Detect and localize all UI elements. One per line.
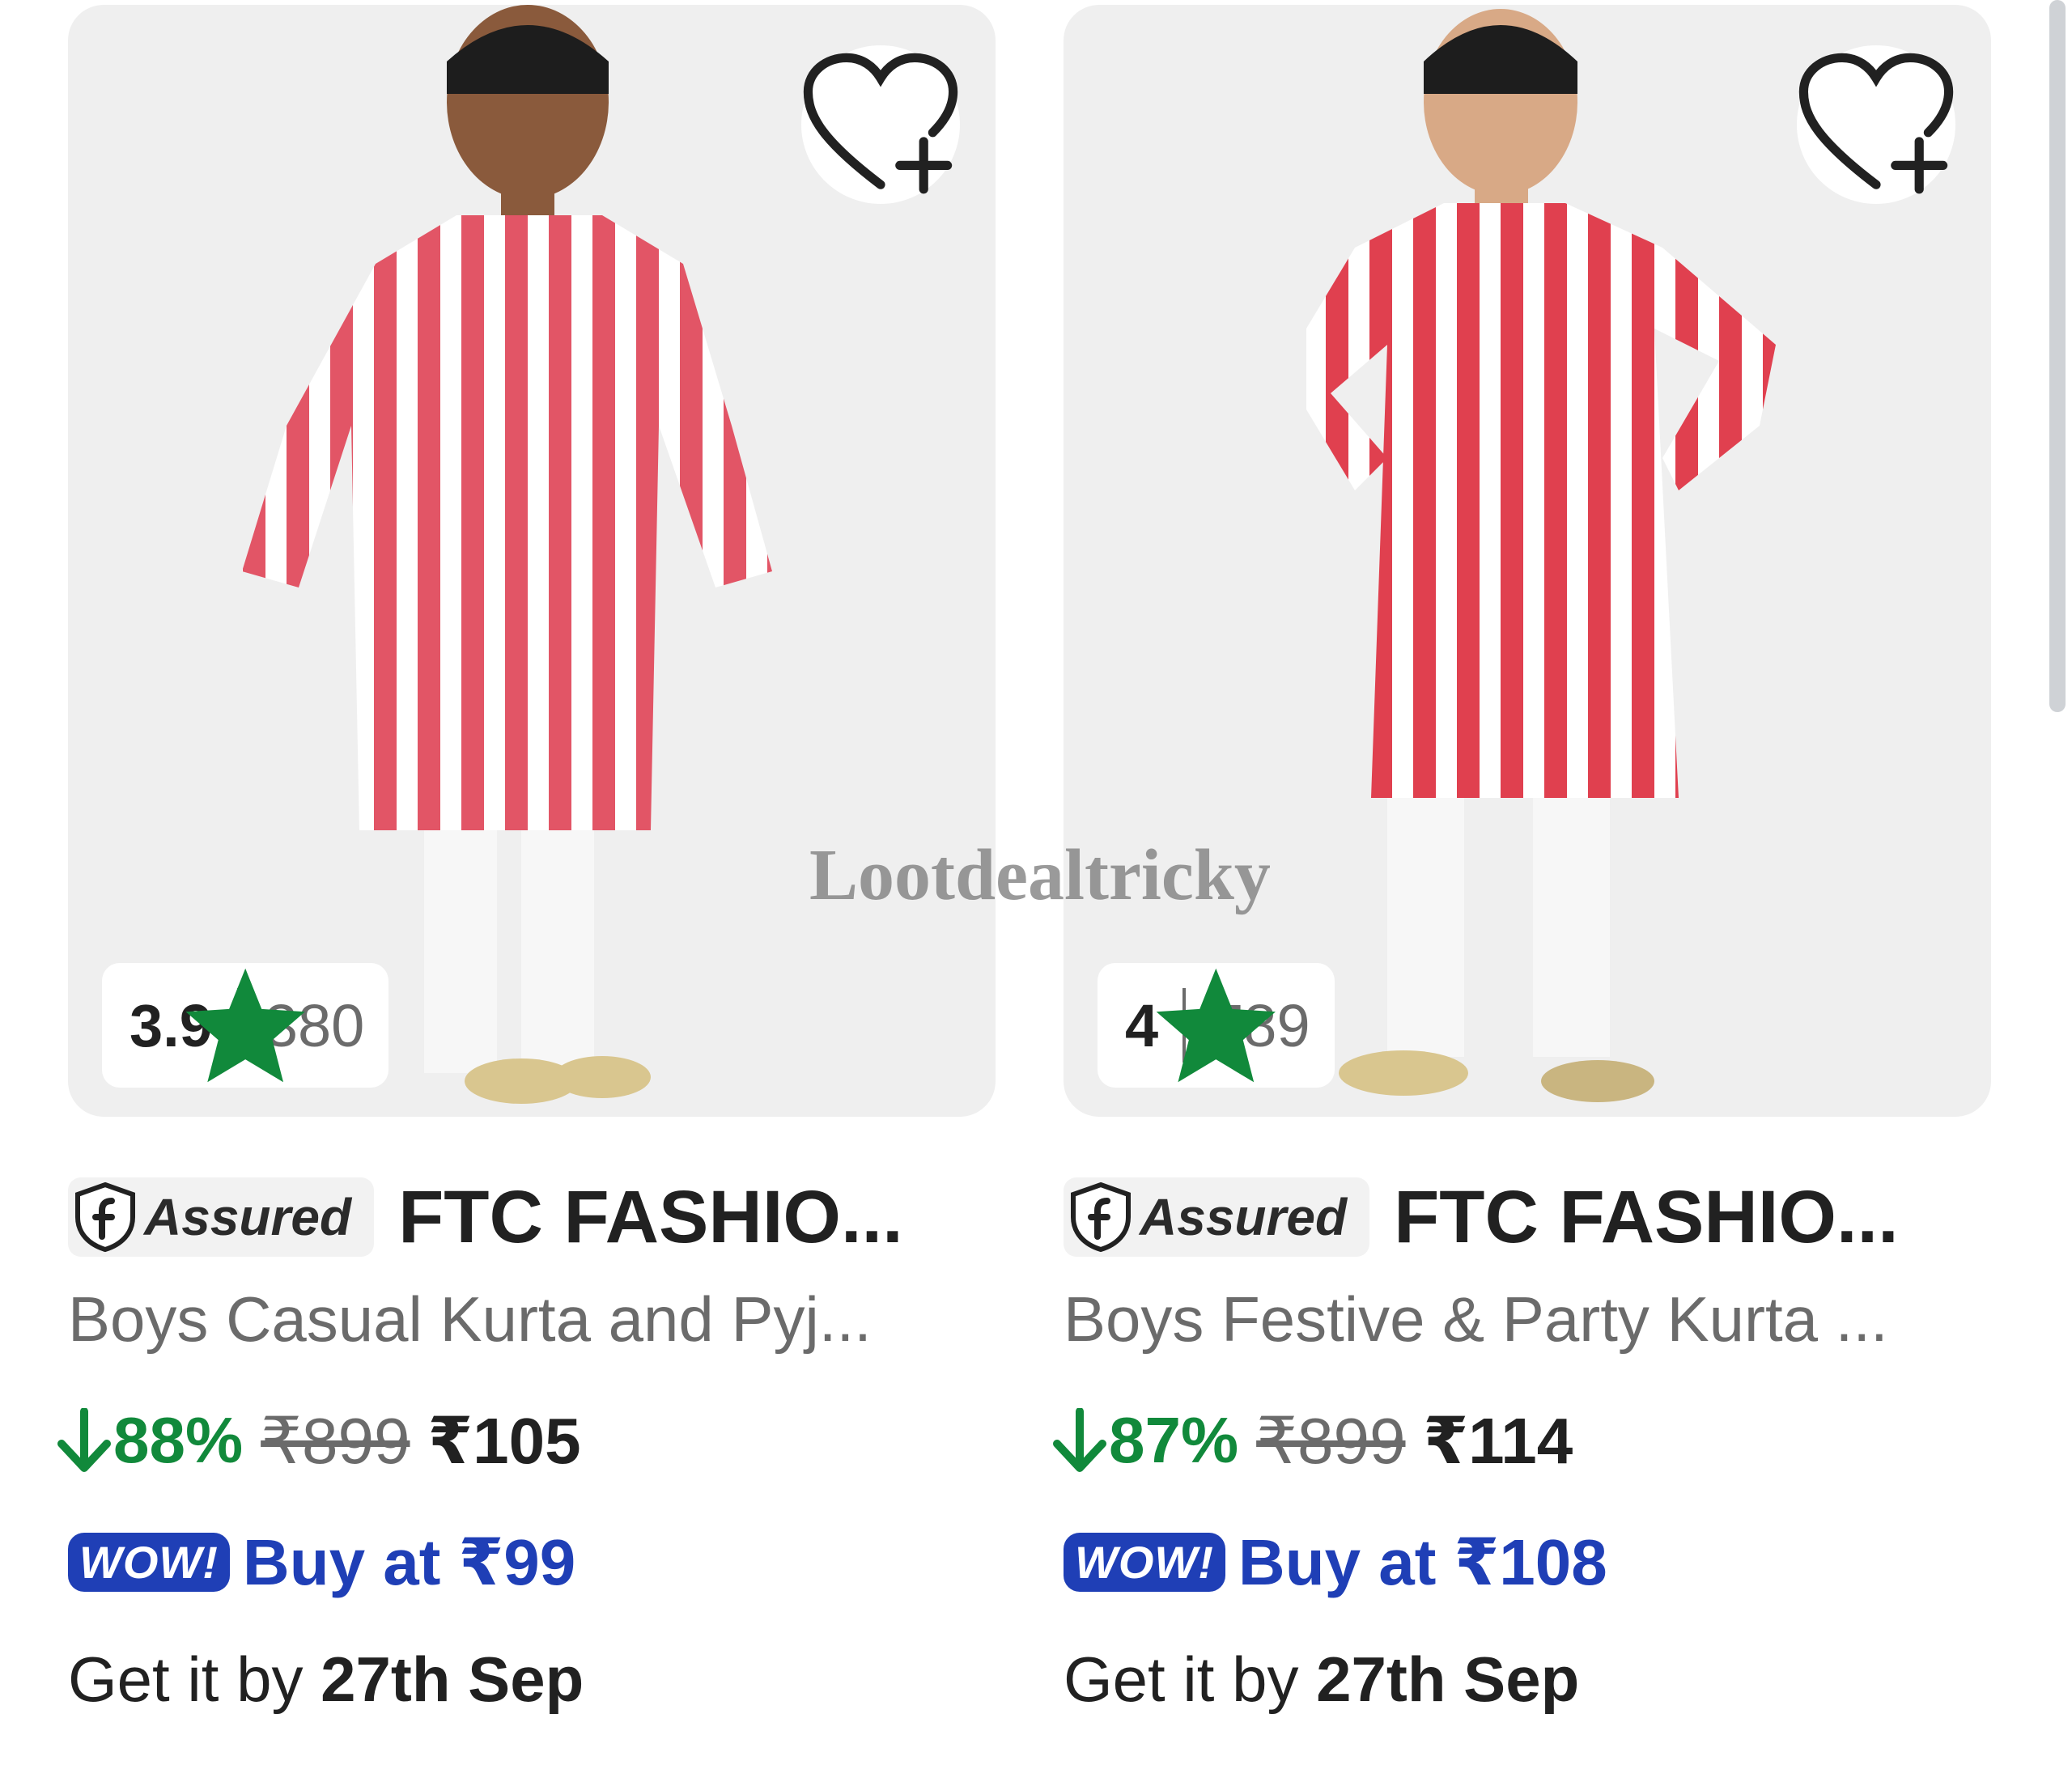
down-arrow-icon <box>1053 1408 1106 1472</box>
scrollbar[interactable] <box>2049 0 2066 712</box>
wow-offer: WOW! Buy at ₹99 <box>68 1521 575 1602</box>
original-price: ₹899 <box>1256 1404 1406 1477</box>
delivery-prefix: Get it by <box>68 1644 321 1715</box>
wishlist-button[interactable] <box>1797 45 1955 204</box>
assured-label: Assured <box>1140 1188 1348 1246</box>
wow-price: Buy at ₹108 <box>1238 1525 1607 1598</box>
final-price: ₹114 <box>1423 1404 1573 1477</box>
brand-name[interactable]: FTC FASHIO... <box>1394 1175 1899 1260</box>
delivery-date: 27th Sep <box>321 1644 584 1715</box>
wishlist-add-icon <box>1798 53 1954 194</box>
product-title[interactable]: Boys Casual Kurta and Pyj... <box>68 1283 999 1356</box>
brand-name[interactable]: FTC FASHIO... <box>398 1175 903 1260</box>
delivery-info: Get it by 27th Sep <box>68 1643 584 1716</box>
wow-badge: WOW! <box>68 1532 230 1592</box>
down-arrow-icon <box>57 1408 111 1472</box>
delivery-date: 27th Sep <box>1316 1644 1580 1715</box>
discount-percent: 87% <box>1109 1404 1239 1476</box>
original-price: ₹899 <box>261 1404 410 1477</box>
price-row: 88% ₹899 ₹105 <box>57 1396 581 1485</box>
rating-badge: 3.9 380 <box>102 963 389 1088</box>
price-row: 87% ₹899 ₹114 <box>1052 1396 1573 1485</box>
wishlist-button[interactable] <box>801 45 960 204</box>
assured-shield-icon <box>75 1181 135 1253</box>
assured-label: Assured <box>144 1188 352 1246</box>
star-icon <box>1156 968 1276 1083</box>
delivery-prefix: Get it by <box>1064 1644 1317 1715</box>
rating-badge: 4 789 <box>1098 963 1335 1088</box>
assured-badge: Assured <box>1064 1177 1370 1257</box>
wishlist-add-icon <box>803 53 958 194</box>
delivery-info: Get it by 27th Sep <box>1064 1643 1579 1716</box>
wow-offer: WOW! Buy at ₹108 <box>1064 1521 1607 1602</box>
discount: 88% <box>57 1403 243 1478</box>
assured-badge: Assured <box>68 1177 375 1257</box>
product-image[interactable]: 4 789 <box>1064 5 1991 1117</box>
title-row: Assured FTC FASHIO... <box>68 1175 999 1259</box>
wow-badge: WOW! <box>1064 1532 1225 1592</box>
discount-percent: 88% <box>113 1404 244 1476</box>
discount: 87% <box>1052 1403 1238 1478</box>
product-title[interactable]: Boys Festive & Party Kurta ... <box>1064 1283 1994 1356</box>
title-row: Assured FTC FASHIO... <box>1064 1175 1994 1259</box>
watermark: Lootdealtricky <box>809 835 1271 915</box>
star-icon <box>185 968 305 1083</box>
final-price: ₹105 <box>427 1404 581 1477</box>
product-image[interactable]: 3.9 380 <box>68 5 996 1117</box>
wow-price: Buy at ₹99 <box>242 1525 576 1598</box>
assured-shield-icon <box>1071 1181 1131 1253</box>
